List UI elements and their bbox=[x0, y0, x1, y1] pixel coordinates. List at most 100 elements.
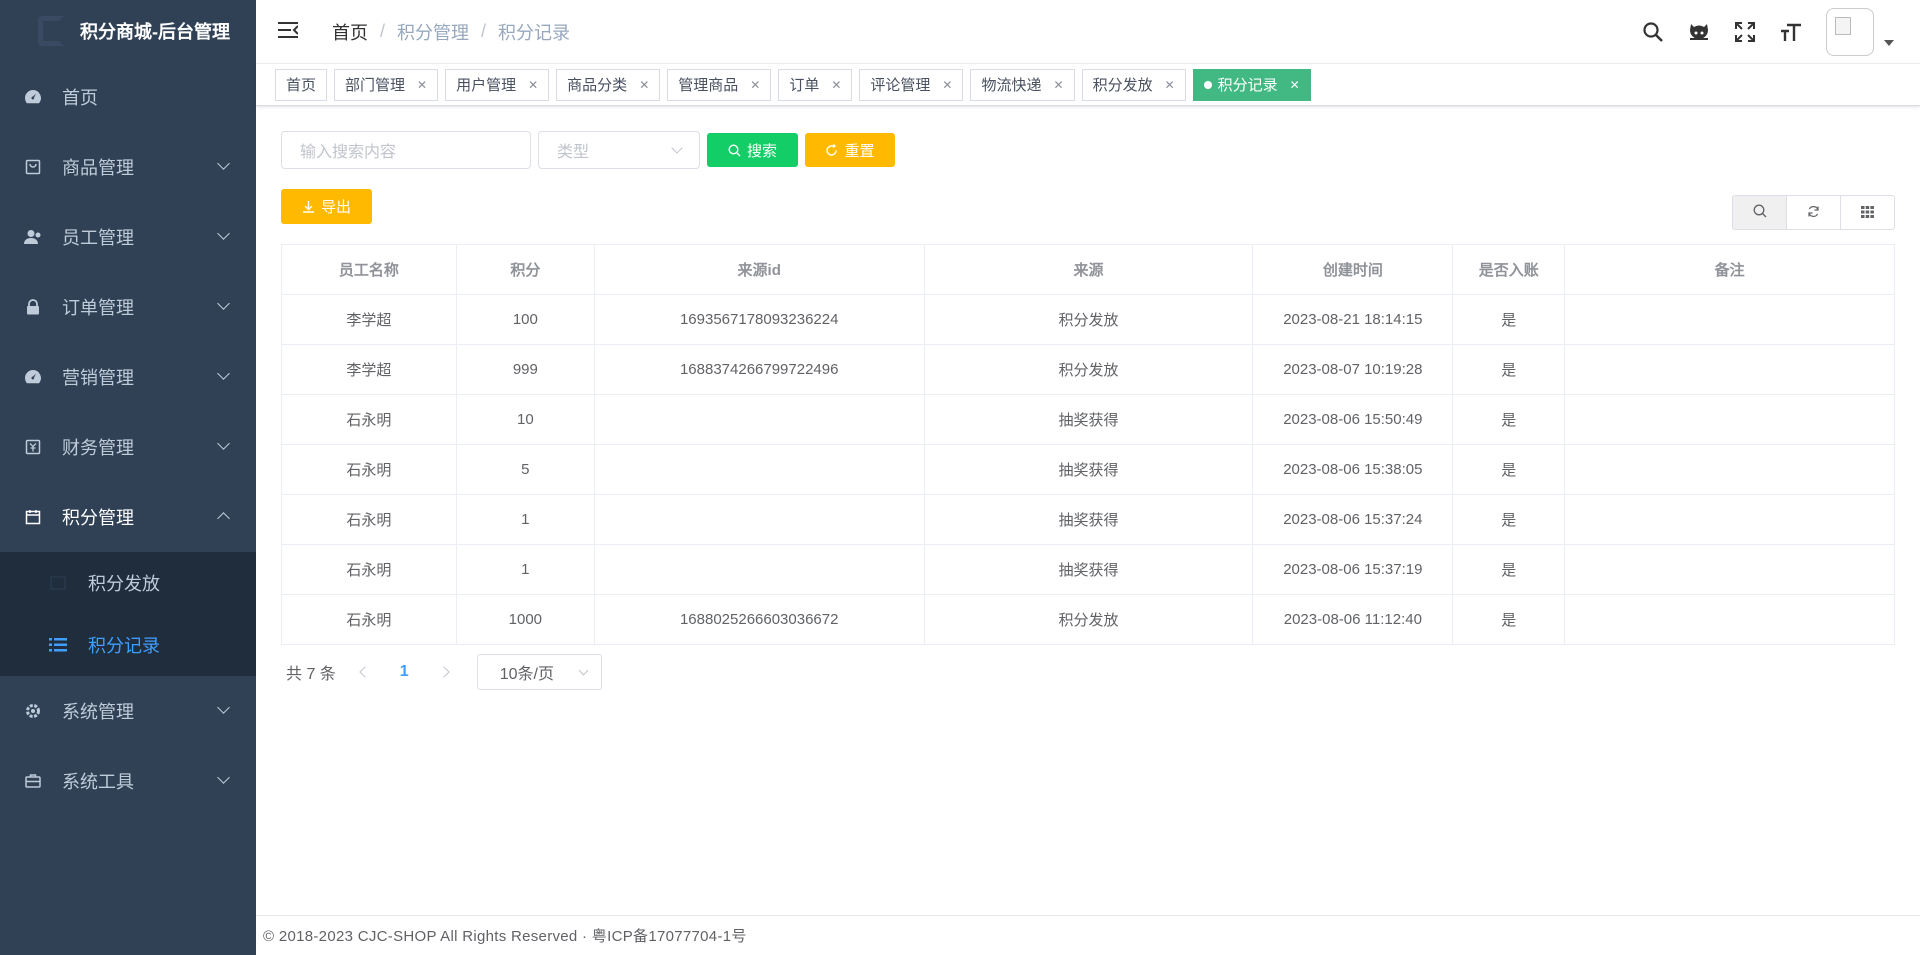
dashboard-icon bbox=[24, 368, 42, 386]
chevron-left-icon bbox=[359, 666, 371, 678]
search-input[interactable]: 输入搜索内容 bbox=[281, 131, 531, 169]
sidebar-item-system[interactable]: 系统管理 bbox=[0, 676, 256, 746]
column-header[interactable]: 备注 bbox=[1564, 244, 1895, 295]
column-header[interactable]: 积分 bbox=[455, 244, 595, 295]
search-button[interactable]: 搜索 bbox=[707, 133, 798, 167]
column-header[interactable]: 来源id bbox=[593, 244, 925, 295]
logo-icon bbox=[38, 16, 64, 46]
cell-staff: 李学超 bbox=[281, 344, 457, 395]
table-row[interactable]: 石永明 1 抽奖获得 2023-08-06 15:37:24 是 bbox=[281, 494, 1895, 545]
tag-department[interactable]: 部门管理 ✕ bbox=[334, 68, 439, 101]
page-number[interactable]: 1 bbox=[400, 663, 409, 681]
search-button-label: 搜索 bbox=[746, 142, 777, 160]
sidebar-item-label: 系统工具 bbox=[62, 772, 134, 792]
cell-points: 1 bbox=[455, 544, 595, 595]
shopping-icon bbox=[24, 158, 42, 176]
tag-points-issue[interactable]: 积分发放 ✕ bbox=[1081, 68, 1186, 101]
fullscreen-icon[interactable] bbox=[1722, 0, 1768, 64]
avatar[interactable] bbox=[1826, 8, 1874, 56]
close-icon[interactable]: ✕ bbox=[1054, 78, 1064, 92]
cell-source: 抽奖获得 bbox=[923, 444, 1254, 495]
logo[interactable]: 积分商城-后台管理 bbox=[0, 0, 256, 62]
sidebar-item-label: 系统管理 bbox=[62, 702, 134, 722]
table-row[interactable]: 石永明 5 抽奖获得 2023-08-06 15:38:05 是 bbox=[281, 444, 1895, 495]
tag-label: 订单 bbox=[789, 77, 820, 94]
export-button[interactable]: 导出 bbox=[281, 189, 372, 224]
tag-label: 积分发放 bbox=[1092, 77, 1153, 94]
refresh-button[interactable] bbox=[1786, 195, 1841, 230]
close-icon[interactable]: ✕ bbox=[639, 78, 649, 92]
tag-users[interactable]: 用户管理 ✕ bbox=[445, 68, 550, 101]
table-row[interactable]: 石永明 10 抽奖获得 2023-08-06 15:50:49 是 bbox=[281, 394, 1895, 445]
sidebar-item-orders[interactable]: 订单管理 bbox=[0, 272, 256, 342]
cell-posted: 是 bbox=[1452, 494, 1566, 545]
page-size-value: 10条/页 bbox=[499, 666, 554, 683]
column-header[interactable]: 来源 bbox=[923, 244, 1254, 295]
tag-express[interactable]: 物流快递 ✕ bbox=[970, 68, 1075, 101]
hamburger-icon[interactable] bbox=[278, 21, 302, 42]
pagination: 共 7 条 1 10条/页 bbox=[286, 654, 602, 690]
tag-home[interactable]: 首页 bbox=[275, 68, 328, 101]
money-icon bbox=[24, 438, 42, 456]
breadcrumb-home[interactable]: 首页 bbox=[332, 19, 368, 45]
tag-goods[interactable]: 管理商品 ✕ bbox=[667, 68, 772, 101]
sidebar-item-tools[interactable]: 系统工具 bbox=[0, 746, 256, 816]
font-size-icon[interactable] bbox=[1768, 0, 1814, 64]
tag-category[interactable]: 商品分类 ✕ bbox=[556, 68, 661, 101]
cell-source-id: 1693567178093236224 bbox=[593, 294, 925, 345]
tag-order[interactable]: 订单 ✕ bbox=[778, 68, 853, 101]
close-icon[interactable]: ✕ bbox=[942, 78, 952, 92]
close-icon[interactable]: ✕ bbox=[1165, 78, 1175, 92]
download-icon bbox=[302, 200, 315, 213]
page-size-select[interactable]: 10条/页 bbox=[476, 654, 602, 690]
caret-down-icon[interactable] bbox=[1884, 40, 1894, 46]
columns-button[interactable] bbox=[1840, 195, 1895, 230]
table-row[interactable]: 李学超 100 1693567178093236224 积分发放 2023-08… bbox=[281, 294, 1895, 345]
export-button-label: 导出 bbox=[320, 199, 351, 216]
prev-page-button[interactable] bbox=[350, 666, 380, 678]
sidebar-subitem-points-record[interactable]: 积分记录 bbox=[0, 614, 256, 676]
search-icon[interactable] bbox=[1630, 0, 1676, 64]
navbar: 首页 / 积分管理 / 积分记录 bbox=[256, 0, 1920, 64]
chevron-down-icon bbox=[217, 437, 230, 450]
sidebar-item-marketing[interactable]: 营销管理 bbox=[0, 342, 256, 412]
reset-button[interactable]: 重置 bbox=[805, 133, 895, 167]
cell-points: 10 bbox=[455, 394, 595, 445]
gear-icon bbox=[24, 702, 42, 720]
sidebar-item-staff[interactable]: 员工管理 bbox=[0, 202, 256, 272]
close-icon[interactable]: ✕ bbox=[750, 78, 760, 92]
type-select[interactable]: 类型 bbox=[538, 131, 700, 169]
tag-points-record[interactable]: 积分记录 ✕ bbox=[1192, 68, 1311, 101]
chevron-down-icon bbox=[217, 157, 230, 170]
sidebar-item-finance[interactable]: 财务管理 bbox=[0, 412, 256, 482]
tag-label: 物流快递 bbox=[981, 77, 1042, 94]
next-page-button[interactable] bbox=[429, 666, 459, 678]
close-icon[interactable]: ✕ bbox=[831, 78, 841, 92]
cell-staff: 李学超 bbox=[281, 294, 457, 345]
sidebar-subitem-label: 积分发放 bbox=[88, 574, 160, 594]
active-dot-icon bbox=[1203, 80, 1212, 89]
toggle-search-button[interactable] bbox=[1732, 195, 1787, 230]
table-row[interactable]: 石永明 1 抽奖获得 2023-08-06 15:37:19 是 bbox=[281, 544, 1895, 595]
tag-label: 部门管理 bbox=[345, 77, 406, 94]
cell-created: 2023-08-06 15:38:05 bbox=[1252, 444, 1454, 495]
column-header[interactable]: 创建时间 bbox=[1252, 244, 1454, 295]
cell-created: 2023-08-21 18:14:15 bbox=[1252, 294, 1454, 345]
column-header[interactable]: 是否入账 bbox=[1452, 244, 1566, 295]
search-placeholder: 输入搜索内容 bbox=[300, 144, 397, 161]
sidebar-item-points[interactable]: 积分管理 bbox=[0, 482, 256, 552]
table-row[interactable]: 李学超 999 1688374266799722496 积分发放 2023-08… bbox=[281, 344, 1895, 395]
tag-comment[interactable]: 评论管理 ✕ bbox=[859, 68, 964, 101]
github-icon[interactable] bbox=[1676, 0, 1722, 64]
close-icon[interactable]: ✕ bbox=[417, 78, 427, 92]
close-icon[interactable]: ✕ bbox=[1290, 78, 1300, 92]
close-icon[interactable]: ✕ bbox=[528, 78, 538, 92]
cell-staff: 石永明 bbox=[281, 544, 457, 595]
cell-remark bbox=[1564, 494, 1895, 545]
column-header[interactable]: 员工名称 bbox=[281, 244, 457, 295]
sidebar-item-products[interactable]: 商品管理 bbox=[0, 132, 256, 202]
tag-label: 用户管理 bbox=[456, 77, 517, 94]
sidebar-item-home[interactable]: 首页 bbox=[0, 62, 256, 132]
table-row[interactable]: 石永明 1000 1688025266603036672 积分发放 2023-0… bbox=[281, 594, 1895, 645]
sidebar-subitem-points-issue[interactable]: 积分发放 bbox=[0, 552, 256, 614]
